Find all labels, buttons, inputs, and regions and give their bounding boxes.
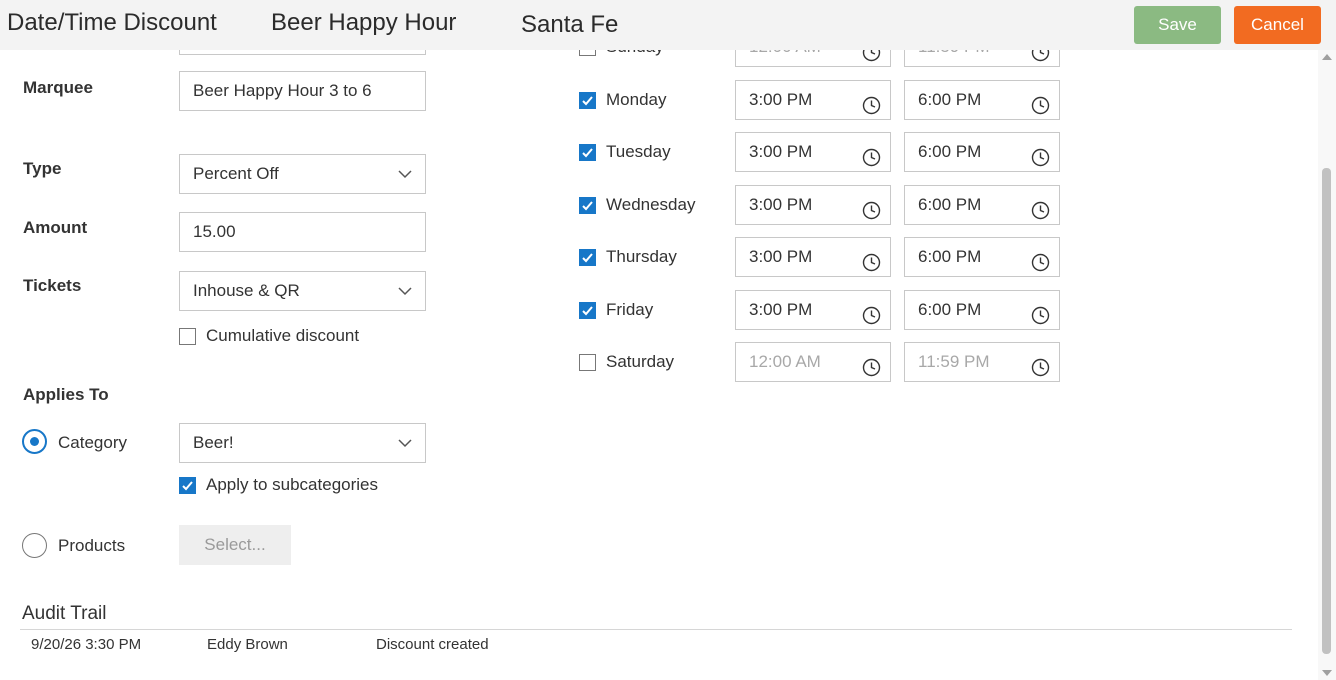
friday-checkbox[interactable] — [579, 302, 596, 319]
wednesday-label: Wednesday — [606, 195, 696, 214]
audit-trail-title: Audit Trail — [22, 603, 107, 624]
scroll-down-arrow-icon[interactable] — [1322, 670, 1332, 676]
category-select-value: Beer! — [193, 433, 234, 452]
chevron-down-icon — [398, 170, 412, 179]
clock-icon[interactable] — [862, 353, 881, 377]
time-value: 11:59 PM — [918, 352, 990, 371]
radio-selected-dot — [30, 437, 39, 446]
monday-label: Monday — [606, 90, 667, 109]
monday-end-time-input[interactable]: 6:00 PM — [904, 80, 1060, 120]
checkmark-icon — [582, 253, 593, 263]
time-value: 6:00 PM — [918, 300, 982, 319]
cancel-button[interactable]: Cancel — [1234, 6, 1321, 44]
marquee-input[interactable]: Beer Happy Hour 3 to 6 — [179, 71, 426, 111]
time-value: 12:00 AM — [749, 352, 821, 371]
tickets-select-value: Inhouse & QR — [193, 281, 300, 300]
friday-label: Friday — [606, 300, 654, 319]
clock-icon[interactable] — [1031, 143, 1050, 167]
scroll-up-arrow-icon[interactable] — [1322, 54, 1332, 60]
clock-icon[interactable] — [862, 196, 881, 220]
wednesday-end-time-input[interactable]: 6:00 PM — [904, 185, 1060, 225]
thursday-start-time-input[interactable]: 3:00 PM — [735, 237, 891, 277]
time-value: 3:00 PM — [749, 195, 813, 214]
saturday-checkbox[interactable] — [579, 354, 596, 371]
thursday-end-time-input[interactable]: 6:00 PM — [904, 237, 1060, 277]
discount-form: Marquee Beer Happy Hour 3 to 6 Type Perc… — [0, 0, 1318, 680]
tuesday-end-time-input[interactable]: 6:00 PM — [904, 132, 1060, 172]
save-button[interactable]: Save — [1134, 6, 1221, 44]
location-name: Santa Fe — [521, 11, 619, 38]
time-value: 3:00 PM — [749, 247, 813, 266]
time-value: 6:00 PM — [918, 247, 982, 266]
checkmark-icon — [582, 306, 593, 316]
checkmark-icon — [582, 96, 593, 106]
amount-label: Amount — [23, 218, 88, 237]
audit-trail-divider — [20, 629, 1292, 630]
saturday-label: Saturday — [606, 352, 675, 371]
products-radio-label: Products — [58, 536, 126, 555]
clock-icon[interactable] — [862, 91, 881, 115]
marquee-label: Marquee — [23, 78, 93, 97]
audit-row-date: 9/20/26 3:30 PM — [31, 636, 142, 653]
amount-input[interactable]: 15.00 — [179, 212, 426, 252]
scrollbar-thumb[interactable] — [1322, 168, 1331, 654]
saturday-start-time-input[interactable]: 12:00 AM — [735, 342, 891, 382]
time-value: 6:00 PM — [918, 142, 982, 161]
category-radio[interactable] — [22, 429, 47, 454]
category-select[interactable]: Beer! — [179, 423, 426, 463]
clock-icon[interactable] — [1031, 353, 1050, 377]
products-radio[interactable] — [22, 533, 47, 558]
chevron-down-icon — [398, 439, 412, 448]
clock-icon[interactable] — [1031, 196, 1050, 220]
apply-subcategories-checkbox[interactable] — [179, 477, 196, 494]
clock-icon[interactable] — [862, 248, 881, 272]
select-products-button[interactable]: Select... — [179, 525, 291, 565]
tickets-select[interactable]: Inhouse & QR — [179, 271, 426, 311]
friday-start-time-input[interactable]: 3:00 PM — [735, 290, 891, 330]
discount-name: Beer Happy Hour — [271, 9, 457, 36]
audit-row-action: Discount created — [376, 636, 489, 653]
monday-start-time-input[interactable]: 3:00 PM — [735, 80, 891, 120]
vertical-scrollbar[interactable] — [1318, 50, 1336, 680]
clock-icon[interactable] — [1031, 248, 1050, 272]
page-header: Date/Time Discount Beer Happy Hour Santa… — [0, 0, 1336, 50]
tuesday-label: Tuesday — [606, 142, 671, 161]
apply-subcategories-label: Apply to subcategories — [206, 475, 378, 494]
clock-icon[interactable] — [1031, 91, 1050, 115]
chevron-down-icon — [398, 287, 412, 296]
thursday-label: Thursday — [606, 247, 677, 266]
friday-end-time-input[interactable]: 6:00 PM — [904, 290, 1060, 330]
checkmark-icon — [182, 481, 193, 491]
time-value: 3:00 PM — [749, 142, 813, 161]
saturday-end-time-input[interactable]: 11:59 PM — [904, 342, 1060, 382]
clock-icon[interactable] — [862, 301, 881, 325]
audit-row-user: Eddy Brown — [207, 636, 288, 653]
type-select-value: Percent Off — [193, 164, 279, 183]
wednesday-start-time-input[interactable]: 3:00 PM — [735, 185, 891, 225]
cumulative-discount-label: Cumulative discount — [206, 326, 360, 345]
type-label: Type — [23, 159, 62, 178]
time-value: 6:00 PM — [918, 90, 982, 109]
type-select[interactable]: Percent Off — [179, 154, 426, 194]
checkmark-icon — [582, 201, 593, 211]
tuesday-start-time-input[interactable]: 3:00 PM — [735, 132, 891, 172]
clock-icon[interactable] — [1031, 301, 1050, 325]
tuesday-checkbox[interactable] — [579, 144, 596, 161]
clock-icon[interactable] — [862, 143, 881, 167]
time-value: 3:00 PM — [749, 90, 813, 109]
page-title: Date/Time Discount — [7, 9, 217, 36]
applies-to-label: Applies To — [23, 385, 109, 404]
tickets-label: Tickets — [23, 276, 82, 295]
wednesday-checkbox[interactable] — [579, 197, 596, 214]
thursday-checkbox[interactable] — [579, 249, 596, 266]
checkmark-icon — [582, 148, 593, 158]
cumulative-discount-checkbox[interactable] — [179, 328, 196, 345]
monday-checkbox[interactable] — [579, 92, 596, 109]
time-value: 3:00 PM — [749, 300, 813, 319]
category-radio-label: Category — [58, 433, 127, 452]
time-value: 6:00 PM — [918, 195, 982, 214]
